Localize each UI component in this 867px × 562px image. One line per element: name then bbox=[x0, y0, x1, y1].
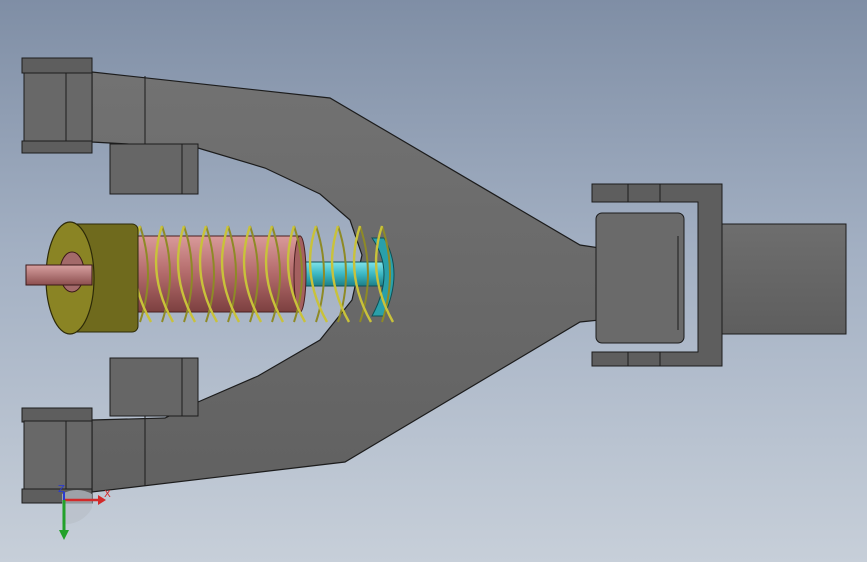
triad-x-label: X bbox=[104, 489, 111, 500]
inner-block-lower bbox=[109, 357, 199, 417]
lower-lug[interactable] bbox=[21, 407, 93, 504]
cad-viewport[interactable]: X Z bbox=[0, 0, 867, 562]
shaft-stub bbox=[25, 264, 93, 286]
inner-block-upper bbox=[109, 143, 199, 195]
triad-z-label: Z bbox=[58, 484, 65, 495]
clevis-pin[interactable] bbox=[595, 212, 685, 344]
output-shaft[interactable] bbox=[721, 223, 847, 335]
view-triad: X Z bbox=[58, 484, 111, 540]
model-scene[interactable]: X Z bbox=[0, 0, 867, 562]
upper-lug[interactable] bbox=[21, 57, 93, 154]
piston-rod[interactable] bbox=[299, 237, 395, 317]
